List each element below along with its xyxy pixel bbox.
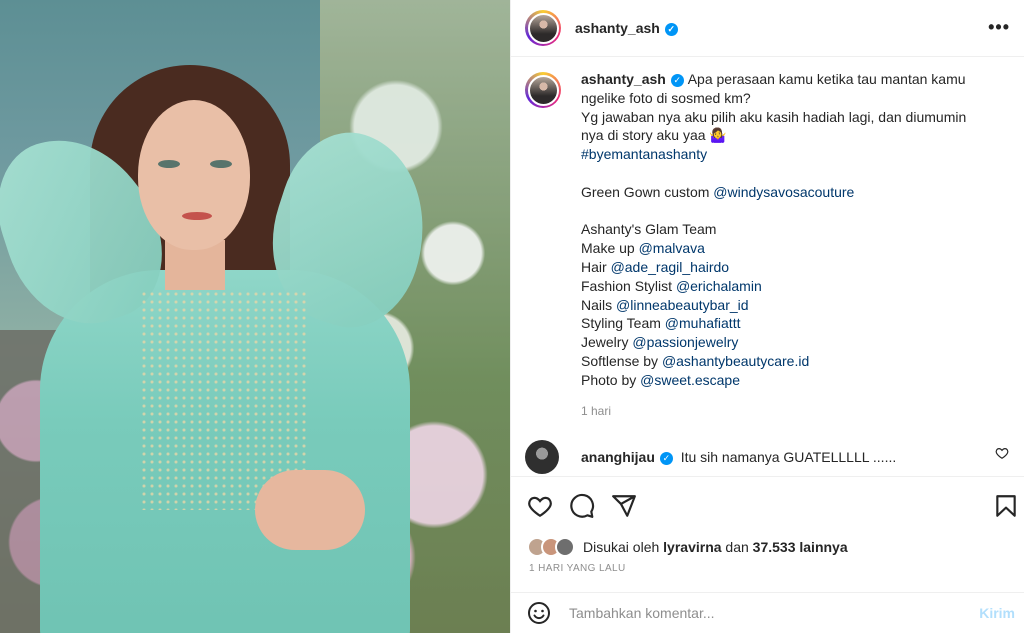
comment-like-heart-icon[interactable]	[995, 446, 1009, 460]
caption-avatar[interactable]	[525, 72, 561, 108]
verified-badge-icon: ✓	[664, 23, 678, 36]
credit-row: Photo by @sweet.escape	[581, 371, 966, 390]
heart-icon[interactable]	[527, 493, 553, 519]
credit-handle[interactable]: @ashantybeautycare.id	[662, 353, 809, 369]
photo-eye-left	[158, 160, 180, 168]
team-title: Ashanty's Glam Team	[581, 221, 717, 238]
credit-row: Hair @ade_ragil_hairdo	[581, 258, 966, 277]
gown-link[interactable]: @windysavosacouture	[713, 184, 854, 200]
caption-block: ashanty_ash ✓ Apa perasaan kamu ketika ta…	[525, 70, 1015, 420]
credit-role: Jewelry	[581, 334, 633, 351]
credit-role: Styling Team	[581, 315, 665, 332]
credit-handle[interactable]: @malvava	[639, 240, 705, 256]
gown-label: Green Gown custom	[581, 183, 714, 200]
credit-row: Styling Team @muhafiattt	[581, 314, 966, 333]
add-comment-bar: Kirim	[511, 592, 1024, 633]
post-side-panel: ashanty_ash ✓ ••• ashanty_ash ✓ Apa perasa…	[510, 0, 1024, 633]
credit-handle[interactable]: @ade_ragil_hairdo	[611, 259, 730, 275]
credit-handle[interactable]: @passionjewelry	[632, 334, 738, 350]
credit-role: Hair	[581, 258, 611, 275]
emoji-icon[interactable]	[527, 601, 551, 625]
author-username-text[interactable]: ashanty_ash	[575, 20, 660, 36]
author-avatar[interactable]	[525, 10, 561, 46]
credit-row: Fashion Stylist @erichalamin	[581, 277, 966, 296]
commenter-username[interactable]: ananghijau	[581, 449, 655, 465]
photo-face	[138, 100, 250, 250]
comment-body: Itu sih namanya GUATELLLLL ......	[680, 449, 897, 465]
comment-row: ananghijau ✓ Itu sih namanya GUATELLLLL .…	[525, 440, 1015, 474]
photo-hands	[255, 470, 365, 550]
photo-lips	[182, 212, 212, 220]
credit-role: Nails	[581, 296, 617, 313]
caption-line-3: Yg jawaban nya aku pilih aku kasih hadia…	[581, 108, 967, 125]
caption-line-4: nya di story aku yaa 🤷‍♀️	[581, 127, 727, 144]
likes-count[interactable]: 37.533 lainnya	[753, 539, 848, 555]
caption-hashtag[interactable]: #byemantanashanty	[581, 145, 966, 164]
comment-text: ananghijau ✓ Itu sih namanya GUATELLLLL .…	[581, 449, 896, 465]
liker-avatar	[555, 537, 575, 557]
more-horizontal-icon[interactable]: •••	[988, 17, 1010, 38]
liked-by-username[interactable]: lyravirna	[663, 539, 721, 555]
share-icon[interactable]	[611, 493, 637, 519]
credit-row: Softlense by @ashantybeautycare.id	[581, 352, 966, 371]
caption-username[interactable]: ashanty_ash	[581, 71, 666, 87]
credit-role: Fashion Stylist	[581, 277, 676, 294]
likes-prefix: Disukai oleh	[583, 539, 664, 555]
credit-row: Jewelry @passionjewelry	[581, 333, 966, 352]
likes-summary[interactable]: Disukai oleh lyravirna dan 37.533 lainny…	[527, 537, 848, 557]
verified-badge-icon: ✓	[659, 452, 673, 465]
credit-role: Make up	[581, 240, 639, 257]
comment-icon[interactable]	[569, 493, 595, 519]
comment-input[interactable]	[569, 605, 949, 621]
caption-timestamp[interactable]: 1 hari	[581, 402, 966, 421]
photo-eye-right	[210, 160, 232, 168]
verified-badge-icon: ✓	[670, 73, 684, 87]
caption-line-2: ngelike foto di sosmed km?	[581, 89, 751, 106]
credit-handle[interactable]: @muhafiattt	[665, 315, 741, 331]
credit-handle[interactable]: @erichalamin	[676, 278, 762, 294]
credit-handle[interactable]: @sweet.escape	[640, 372, 740, 388]
bookmark-icon[interactable]	[993, 493, 1019, 519]
credit-row: Make up @malvava	[581, 239, 966, 258]
author-username[interactable]: ashanty_ash ✓	[575, 20, 678, 36]
post-actions: Disukai oleh lyravirna dan 37.533 lainny…	[511, 476, 1024, 566]
likes-text: Disukai oleh lyravirna dan 37.533 lainny…	[583, 539, 848, 555]
commenter-avatar[interactable]	[525, 440, 559, 474]
caption-text: ashanty_ash ✓ Apa perasaan kamu ketika ta…	[581, 70, 966, 420]
avatar-image	[527, 12, 559, 44]
credit-role: Softlense by	[581, 352, 662, 369]
post-photo[interactable]	[0, 0, 510, 633]
post-date[interactable]: 1 HARI YANG LALU	[529, 563, 626, 574]
avatar-image	[527, 74, 559, 106]
post-header: ashanty_ash ✓ •••	[511, 0, 1024, 57]
credit-handle[interactable]: @linneabeautybar_id	[616, 297, 749, 313]
caption-line-1: Apa perasaan kamu ketika tau mantan kamu	[687, 71, 966, 87]
credit-role: Photo by	[581, 371, 641, 388]
credit-row: Nails @linneabeautybar_id	[581, 296, 966, 315]
post-comment-button[interactable]: Kirim	[979, 605, 1015, 621]
likes-mid: dan	[721, 539, 753, 555]
